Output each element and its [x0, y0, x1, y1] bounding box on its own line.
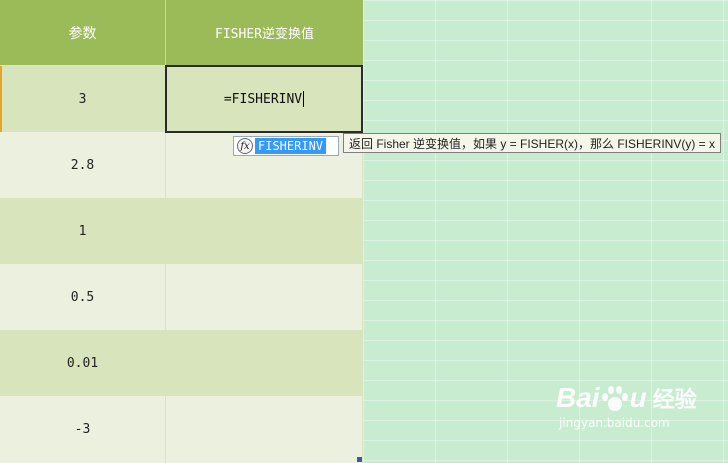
autocomplete-list[interactable]: fx FISHERINV — [233, 136, 339, 156]
param-cell[interactable]: -3 — [0, 396, 166, 463]
header-fisherinv[interactable]: FISHER逆变换值 — [166, 0, 363, 65]
logo-text-jingyan: 经验 — [652, 387, 697, 412]
result-cell[interactable] — [166, 396, 363, 463]
fill-handle[interactable] — [357, 457, 362, 462]
logo-text-u: u — [629, 382, 647, 413]
function-tooltip: 返回 Fisher 逆变换值，如果 y = FISHER(x)，那么 FISHE… — [343, 133, 722, 153]
param-cell[interactable]: 1 — [0, 198, 166, 264]
param-cell[interactable]: 2.8 — [0, 132, 166, 198]
header-param[interactable]: 参数 — [0, 0, 166, 65]
autocomplete-item-fisherinv[interactable]: FISHERINV — [255, 138, 327, 154]
row-highlight-marker — [0, 66, 2, 132]
baidu-jingyan-watermark: Bai u 经验 jingyan.baidu.com — [556, 382, 721, 452]
function-icon: fx — [237, 138, 253, 154]
result-cell[interactable] — [166, 198, 363, 264]
active-cell-editor[interactable]: =FISHERINV — [165, 65, 363, 133]
logo-text-bai: Bai — [556, 382, 600, 413]
paw-icon — [601, 384, 629, 414]
param-cell[interactable]: 0.5 — [0, 264, 166, 330]
result-cell[interactable] — [166, 264, 363, 330]
text-caret — [303, 91, 305, 107]
formula-text: =FISHERINV — [223, 91, 303, 107]
result-cell[interactable] — [166, 330, 363, 396]
watermark-logo: Bai u 经验 — [556, 382, 721, 414]
param-cell[interactable]: 0.01 — [0, 330, 166, 396]
param-cell[interactable]: 3 — [0, 66, 166, 132]
watermark-url: jingyan.baidu.com — [559, 416, 670, 430]
